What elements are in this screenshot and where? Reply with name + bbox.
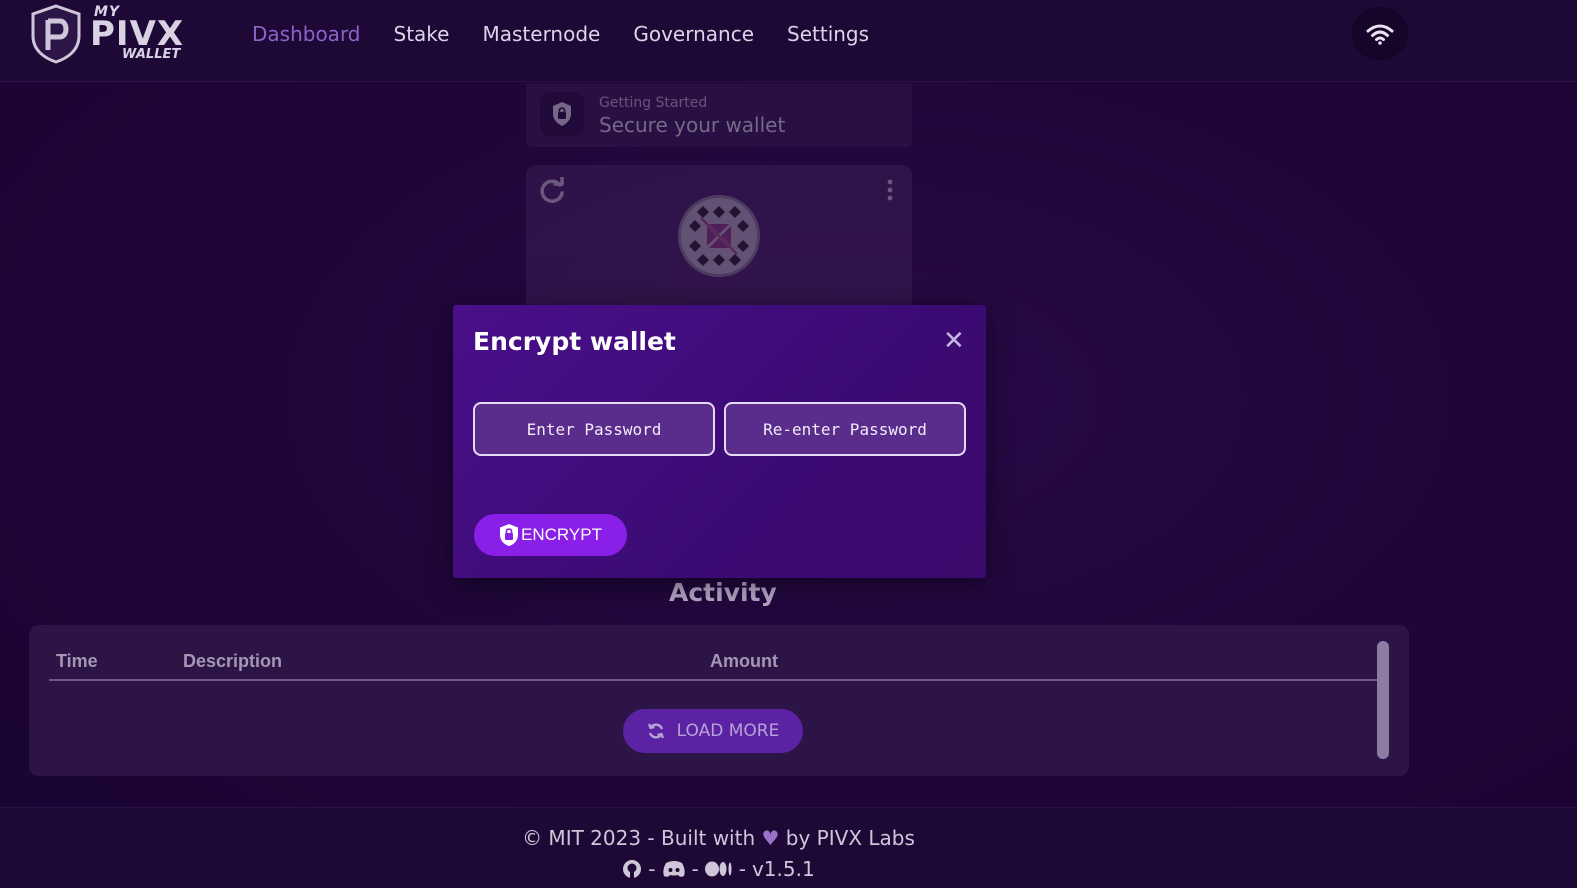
modal-title: Encrypt wallet — [473, 327, 676, 356]
nav-stake[interactable]: Stake — [394, 22, 450, 46]
medium-icon[interactable] — [704, 861, 733, 877]
column-header-amount: Amount — [710, 651, 778, 671]
footer-separator: - — [691, 857, 699, 881]
confirm-password-input[interactable] — [724, 402, 966, 456]
column-header-time: Time — [56, 651, 98, 671]
footer-license-text: © MIT 2023 - Built with — [522, 826, 756, 850]
activity-scrollbar[interactable] — [1377, 641, 1389, 759]
github-icon[interactable] — [622, 859, 642, 879]
wifi-icon — [1366, 24, 1394, 45]
logo-wallet-text: WALLET — [122, 47, 181, 62]
app-version: v1.5.1 — [751, 857, 815, 881]
password-input[interactable] — [473, 402, 715, 456]
encrypt-wallet-modal: Encrypt wallet ✕ ENCRYPT — [453, 305, 986, 578]
table-divider — [49, 679, 1378, 681]
heart-icon: ♥ — [761, 826, 780, 850]
load-more-button[interactable]: LOAD MORE — [623, 709, 803, 753]
nav-settings[interactable]: Settings — [787, 22, 869, 46]
activity-heading: Activity — [669, 578, 777, 607]
nav-dashboard[interactable]: Dashboard — [252, 22, 361, 46]
footer-author-text: by PIVX Labs — [785, 826, 915, 850]
activity-panel: Time Description Amount LOAD MORE — [29, 625, 1409, 776]
nav-masternode[interactable]: Masternode — [482, 22, 600, 46]
encrypt-button[interactable]: ENCRYPT — [474, 514, 627, 556]
pivx-shield-icon — [31, 4, 81, 64]
mypivx-logo[interactable]: MY PIVX WALLET — [30, 4, 183, 66]
footer-links: - - - v1.5.1 — [0, 857, 1437, 881]
nav-governance[interactable]: Governance — [633, 22, 754, 46]
load-more-label: LOAD MORE — [676, 721, 780, 741]
network-status-button[interactable] — [1352, 7, 1408, 60]
lock-icon — [500, 524, 519, 546]
footer: © MIT 2023 - Built with ♥ by PIVX Labs -… — [0, 807, 1577, 888]
discord-icon[interactable] — [662, 860, 686, 878]
footer-separator: - — [648, 857, 656, 881]
main-nav: Dashboard Stake Masternode Governance Se… — [252, 22, 902, 46]
column-header-description: Description — [183, 651, 283, 671]
top-navbar: MY PIVX WALLET Dashboard Stake Masternod… — [0, 0, 1577, 82]
close-icon[interactable]: ✕ — [943, 328, 965, 354]
footer-credits: © MIT 2023 - Built with ♥ by PIVX Labs — [0, 826, 1437, 850]
footer-separator: - — [738, 857, 746, 881]
encrypt-button-label: ENCRYPT — [521, 525, 602, 544]
sync-icon — [647, 723, 664, 739]
